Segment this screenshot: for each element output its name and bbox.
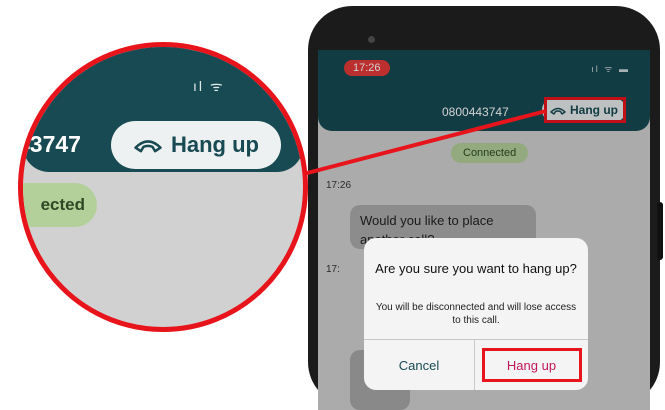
zoom-phone-number: 43747 <box>18 131 81 157</box>
confirm-highlight-box <box>482 348 582 382</box>
zoom-hangup-button: Hang up <box>111 121 281 169</box>
camera-dot <box>368 36 375 43</box>
phone-hangup-icon <box>134 140 162 153</box>
cancel-button[interactable]: Cancel <box>364 340 474 390</box>
zoom-header: ıl ᯤ 43747 Hang up <box>23 47 303 172</box>
dialog-title: Are you sure you want to hang up? <box>375 261 577 276</box>
hangup-confirm-dialog: Are you sure you want to hang up? You wi… <box>364 238 588 390</box>
dialog-message: You will be disconnected and will lose a… <box>375 302 577 326</box>
phone-screen: 17:26 ıl ᯤ ▬ 0800443747 Hang up Connecte… <box>318 50 650 410</box>
zoom-magnifier: ıl ᯤ 43747 Hang up ected <box>18 42 308 332</box>
signal-icon: ıl ᯤ <box>193 78 225 94</box>
zoom-hangup-label: Hang up <box>171 132 259 157</box>
zoom-connected-badge: ected <box>23 183 97 227</box>
phone-frame: 17:26 ıl ᯤ ▬ 0800443747 Hang up Connecte… <box>308 6 663 410</box>
phone-side-button <box>657 202 663 260</box>
